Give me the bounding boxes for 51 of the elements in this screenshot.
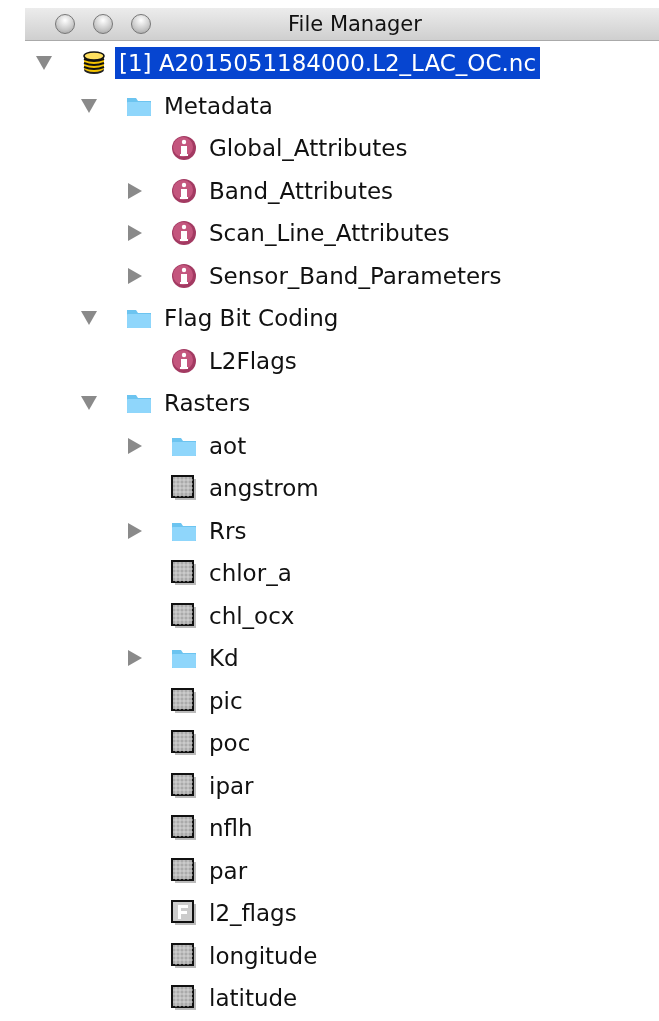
- raster-icon: [171, 730, 197, 757]
- raster-icon: [171, 687, 197, 714]
- expand-arrow-right-icon[interactable]: [125, 436, 143, 455]
- info-icon: [171, 177, 197, 204]
- tree-item[interactable]: Global_Attributes: [205, 132, 412, 165]
- tree-item[interactable]: Kd: [205, 642, 243, 675]
- tree-item[interactable]: Flag Bit Coding: [160, 302, 343, 335]
- tree-item[interactable]: Sensor_Band_Parameters: [205, 259, 506, 292]
- raster-icon: [171, 772, 197, 799]
- flag-raster-icon: [171, 900, 197, 927]
- tree-item[interactable]: pic: [205, 684, 247, 717]
- close-button[interactable]: [55, 14, 75, 34]
- tree-item[interactable]: angstrom: [205, 472, 323, 505]
- tree-item[interactable]: Band_Attributes: [205, 174, 398, 207]
- expand-arrow-right-icon[interactable]: [125, 649, 143, 668]
- window-title: File Manager: [288, 12, 422, 36]
- expand-arrow-right-icon[interactable]: [125, 266, 143, 285]
- tree-item[interactable]: ipar: [205, 769, 258, 802]
- raster-icon: [171, 857, 197, 884]
- tree-item[interactable]: l2_flags: [205, 897, 301, 930]
- tree-item[interactable]: latitude: [205, 982, 302, 1015]
- raster-icon: [171, 985, 197, 1012]
- info-icon: [171, 262, 197, 289]
- product-icon: [81, 50, 107, 77]
- raster-icon: [171, 475, 197, 502]
- tree-item[interactable]: chl_ocx: [205, 599, 299, 632]
- tree-item[interactable]: aot: [205, 429, 251, 462]
- tree-item[interactable]: L2Flags: [205, 344, 301, 377]
- expand-arrow-down-icon[interactable]: [80, 96, 98, 115]
- tree-item[interactable]: Rrs: [205, 514, 251, 547]
- expand-arrow-right-icon[interactable]: [125, 181, 143, 200]
- tree-item[interactable]: Metadata: [160, 89, 277, 122]
- raster-icon: [171, 942, 197, 969]
- info-icon: [171, 347, 197, 374]
- expand-arrow-right-icon[interactable]: [125, 224, 143, 243]
- tree-item[interactable]: [1] A2015051184000.L2_LAC_OC.nc: [115, 47, 541, 80]
- raster-icon: [171, 815, 197, 842]
- tree-item[interactable]: Scan_Line_Attributes: [205, 217, 454, 250]
- tree-item[interactable]: par: [205, 854, 252, 887]
- zoom-button[interactable]: [131, 14, 151, 34]
- info-icon: [171, 135, 197, 162]
- expand-arrow-right-icon[interactable]: [125, 521, 143, 540]
- tree-item[interactable]: poc: [205, 727, 255, 760]
- tree-item[interactable]: Rasters: [160, 387, 255, 420]
- tree-item[interactable]: nflh: [205, 812, 257, 845]
- raster-icon: [171, 560, 197, 587]
- info-icon: [171, 220, 197, 247]
- minimize-button[interactable]: [93, 14, 113, 34]
- tree-item[interactable]: longitude: [205, 939, 322, 972]
- raster-icon: [171, 602, 197, 629]
- tree-item[interactable]: chlor_a: [205, 557, 296, 590]
